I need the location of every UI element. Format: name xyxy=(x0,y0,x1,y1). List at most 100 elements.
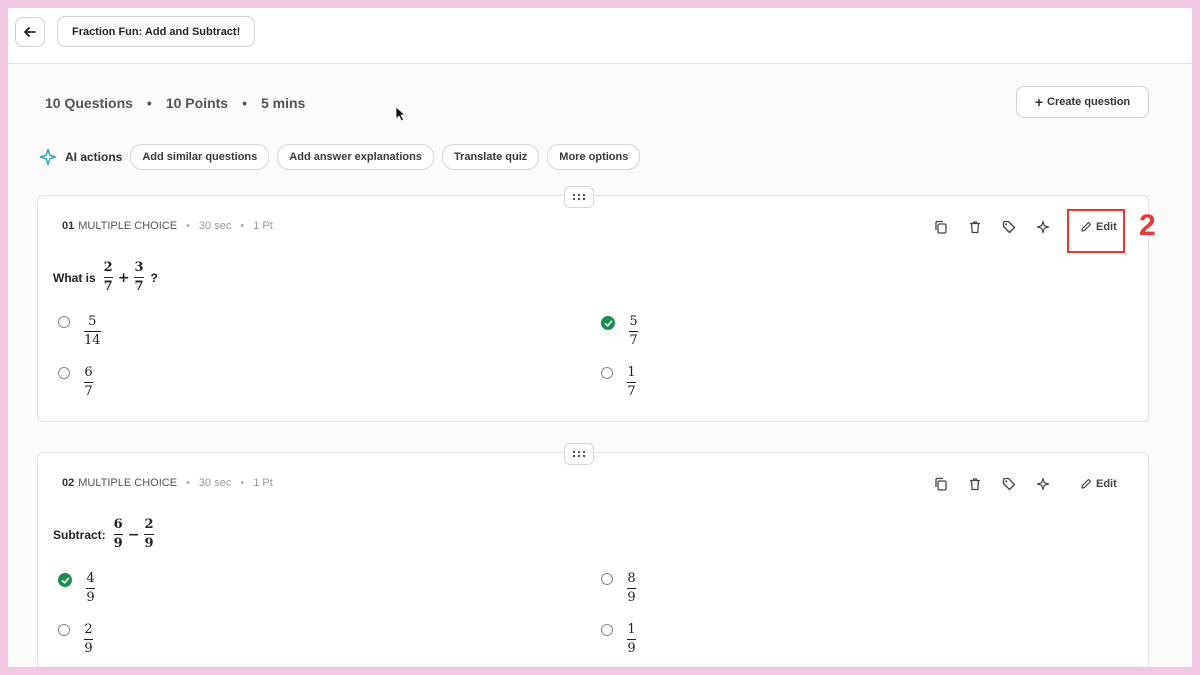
question-points: 1 Pt xyxy=(253,477,273,489)
back-button[interactable] xyxy=(15,17,45,47)
numerator: 2 xyxy=(84,622,93,637)
correct-answer-check[interactable] xyxy=(58,573,72,587)
delete-button[interactable] xyxy=(964,216,986,238)
ai-enhance-button[interactable] xyxy=(1032,473,1054,495)
question-meta: 02 MULTIPLE CHOICE • 30 sec • 1 Pt xyxy=(62,477,273,489)
fraction: 6 7 xyxy=(84,365,93,400)
plus-icon: + xyxy=(1034,94,1044,110)
separator-dot: • xyxy=(186,477,190,489)
create-question-button[interactable]: + Create question xyxy=(1016,86,1149,118)
answer-option[interactable]: 2 9 xyxy=(58,622,93,657)
answer-option-correct[interactable]: 4 9 xyxy=(58,571,95,606)
check-icon xyxy=(604,320,612,327)
add-answer-explanations-chip[interactable]: Add answer explanations xyxy=(277,144,434,170)
sparkle-icon xyxy=(39,148,57,166)
answer-option[interactable]: 1 9 xyxy=(601,622,636,657)
question-points: 1 Pt xyxy=(253,220,273,232)
annotation-step-number: 2 xyxy=(1139,209,1156,242)
numerator: 1 xyxy=(627,365,636,380)
quiz-duration: 5 mins xyxy=(260,95,306,111)
fraction: 6 9 xyxy=(113,517,123,552)
drag-grip-icon xyxy=(572,450,586,458)
edit-label: Edit xyxy=(1096,478,1117,490)
trash-icon xyxy=(970,221,980,234)
fraction: 8 9 xyxy=(627,571,636,606)
fraction: 2 7 xyxy=(103,260,113,295)
denominator: 9 xyxy=(627,641,636,656)
denominator: 7 xyxy=(103,279,113,294)
check-icon xyxy=(61,577,69,584)
numerator: 1 xyxy=(627,622,636,637)
question-toolbar: Edit xyxy=(930,473,1117,495)
separator-dot: • xyxy=(186,220,190,232)
tag-button[interactable] xyxy=(998,473,1020,495)
fraction: 5 7 xyxy=(629,314,638,349)
duplicate-button[interactable] xyxy=(930,216,952,238)
separator-dot: • xyxy=(240,477,245,489)
denominator: 14 xyxy=(84,333,101,348)
separator-dot: • xyxy=(146,95,152,111)
denominator: 9 xyxy=(627,590,636,605)
question-mark: ? xyxy=(150,270,158,285)
trash-icon xyxy=(970,478,980,491)
quiz-summary: 10 Questions • 10 Points • 5 mins xyxy=(45,95,305,111)
question-type: MULTIPLE CHOICE xyxy=(78,477,178,489)
question-count: 10 Questions xyxy=(45,95,133,111)
answer-option[interactable]: 6 7 xyxy=(58,365,93,400)
radio-button[interactable] xyxy=(58,316,70,328)
correct-answer-check[interactable] xyxy=(601,316,615,330)
answer-option-correct[interactable]: 5 7 xyxy=(601,314,638,349)
more-options-chip[interactable]: More options xyxy=(547,144,641,170)
ai-actions-bar: AI actions Add similar questions Add ans… xyxy=(39,144,648,170)
answer-option[interactable]: 8 9 xyxy=(601,571,636,606)
question-card: 01 MULTIPLE CHOICE • 30 sec • 1 Pt Edit … xyxy=(37,186,1156,422)
fraction: 2 9 xyxy=(84,622,93,657)
denominator: 7 xyxy=(627,384,636,399)
denominator: 9 xyxy=(144,536,154,551)
fraction: 3 7 xyxy=(134,260,144,295)
question-type: MULTIPLE CHOICE xyxy=(78,220,178,232)
sparkle-icon xyxy=(1036,477,1050,491)
numerator: 5 xyxy=(88,314,97,329)
points-total: 10 Points xyxy=(165,95,229,111)
edit-button[interactable]: Edit xyxy=(1080,478,1117,490)
app-window: Fraction Fun: Add and Subtract! 10 Quest… xyxy=(8,8,1192,667)
question-number: 02 xyxy=(62,477,75,489)
delete-button[interactable] xyxy=(964,473,986,495)
tag-button[interactable] xyxy=(998,216,1020,238)
sparkle-icon xyxy=(1036,220,1050,234)
radio-button[interactable] xyxy=(601,573,613,585)
mouse-cursor-icon xyxy=(395,106,406,122)
denominator: 9 xyxy=(113,536,123,551)
denominator: 7 xyxy=(84,384,93,399)
fraction: 4 9 xyxy=(86,571,95,606)
denominator: 7 xyxy=(629,333,638,348)
duplicate-button[interactable] xyxy=(930,473,952,495)
radio-button[interactable] xyxy=(601,367,613,379)
denominator: 9 xyxy=(86,590,95,605)
tag-icon xyxy=(1002,220,1016,234)
radio-button[interactable] xyxy=(601,624,613,636)
numerator: 5 xyxy=(629,314,638,329)
quiz-title[interactable]: Fraction Fun: Add and Subtract! xyxy=(57,16,256,47)
radio-button[interactable] xyxy=(58,624,70,636)
radio-button[interactable] xyxy=(58,367,70,379)
fraction: 5 14 xyxy=(84,314,101,349)
translate-quiz-chip[interactable]: Translate quiz xyxy=(441,144,540,170)
question-number: 01 xyxy=(62,220,75,232)
question-time: 30 sec xyxy=(198,477,232,489)
numerator: 8 xyxy=(627,571,636,586)
answer-option[interactable]: 5 14 xyxy=(58,314,101,349)
question-text: Subtract: 6 9 − 2 9 xyxy=(53,517,154,552)
numerator: 6 xyxy=(113,517,123,532)
answer-option[interactable]: 1 7 xyxy=(601,365,636,400)
arrow-left-icon xyxy=(24,27,36,37)
drag-handle[interactable] xyxy=(564,443,594,465)
denominator: 9 xyxy=(84,641,93,656)
add-similar-questions-chip[interactable]: Add similar questions xyxy=(130,144,270,170)
numerator: 2 xyxy=(103,260,113,275)
ai-enhance-button[interactable] xyxy=(1032,216,1054,238)
drag-handle[interactable] xyxy=(564,186,594,208)
tag-icon xyxy=(1002,477,1016,491)
ai-actions-label: AI actions xyxy=(65,150,123,164)
